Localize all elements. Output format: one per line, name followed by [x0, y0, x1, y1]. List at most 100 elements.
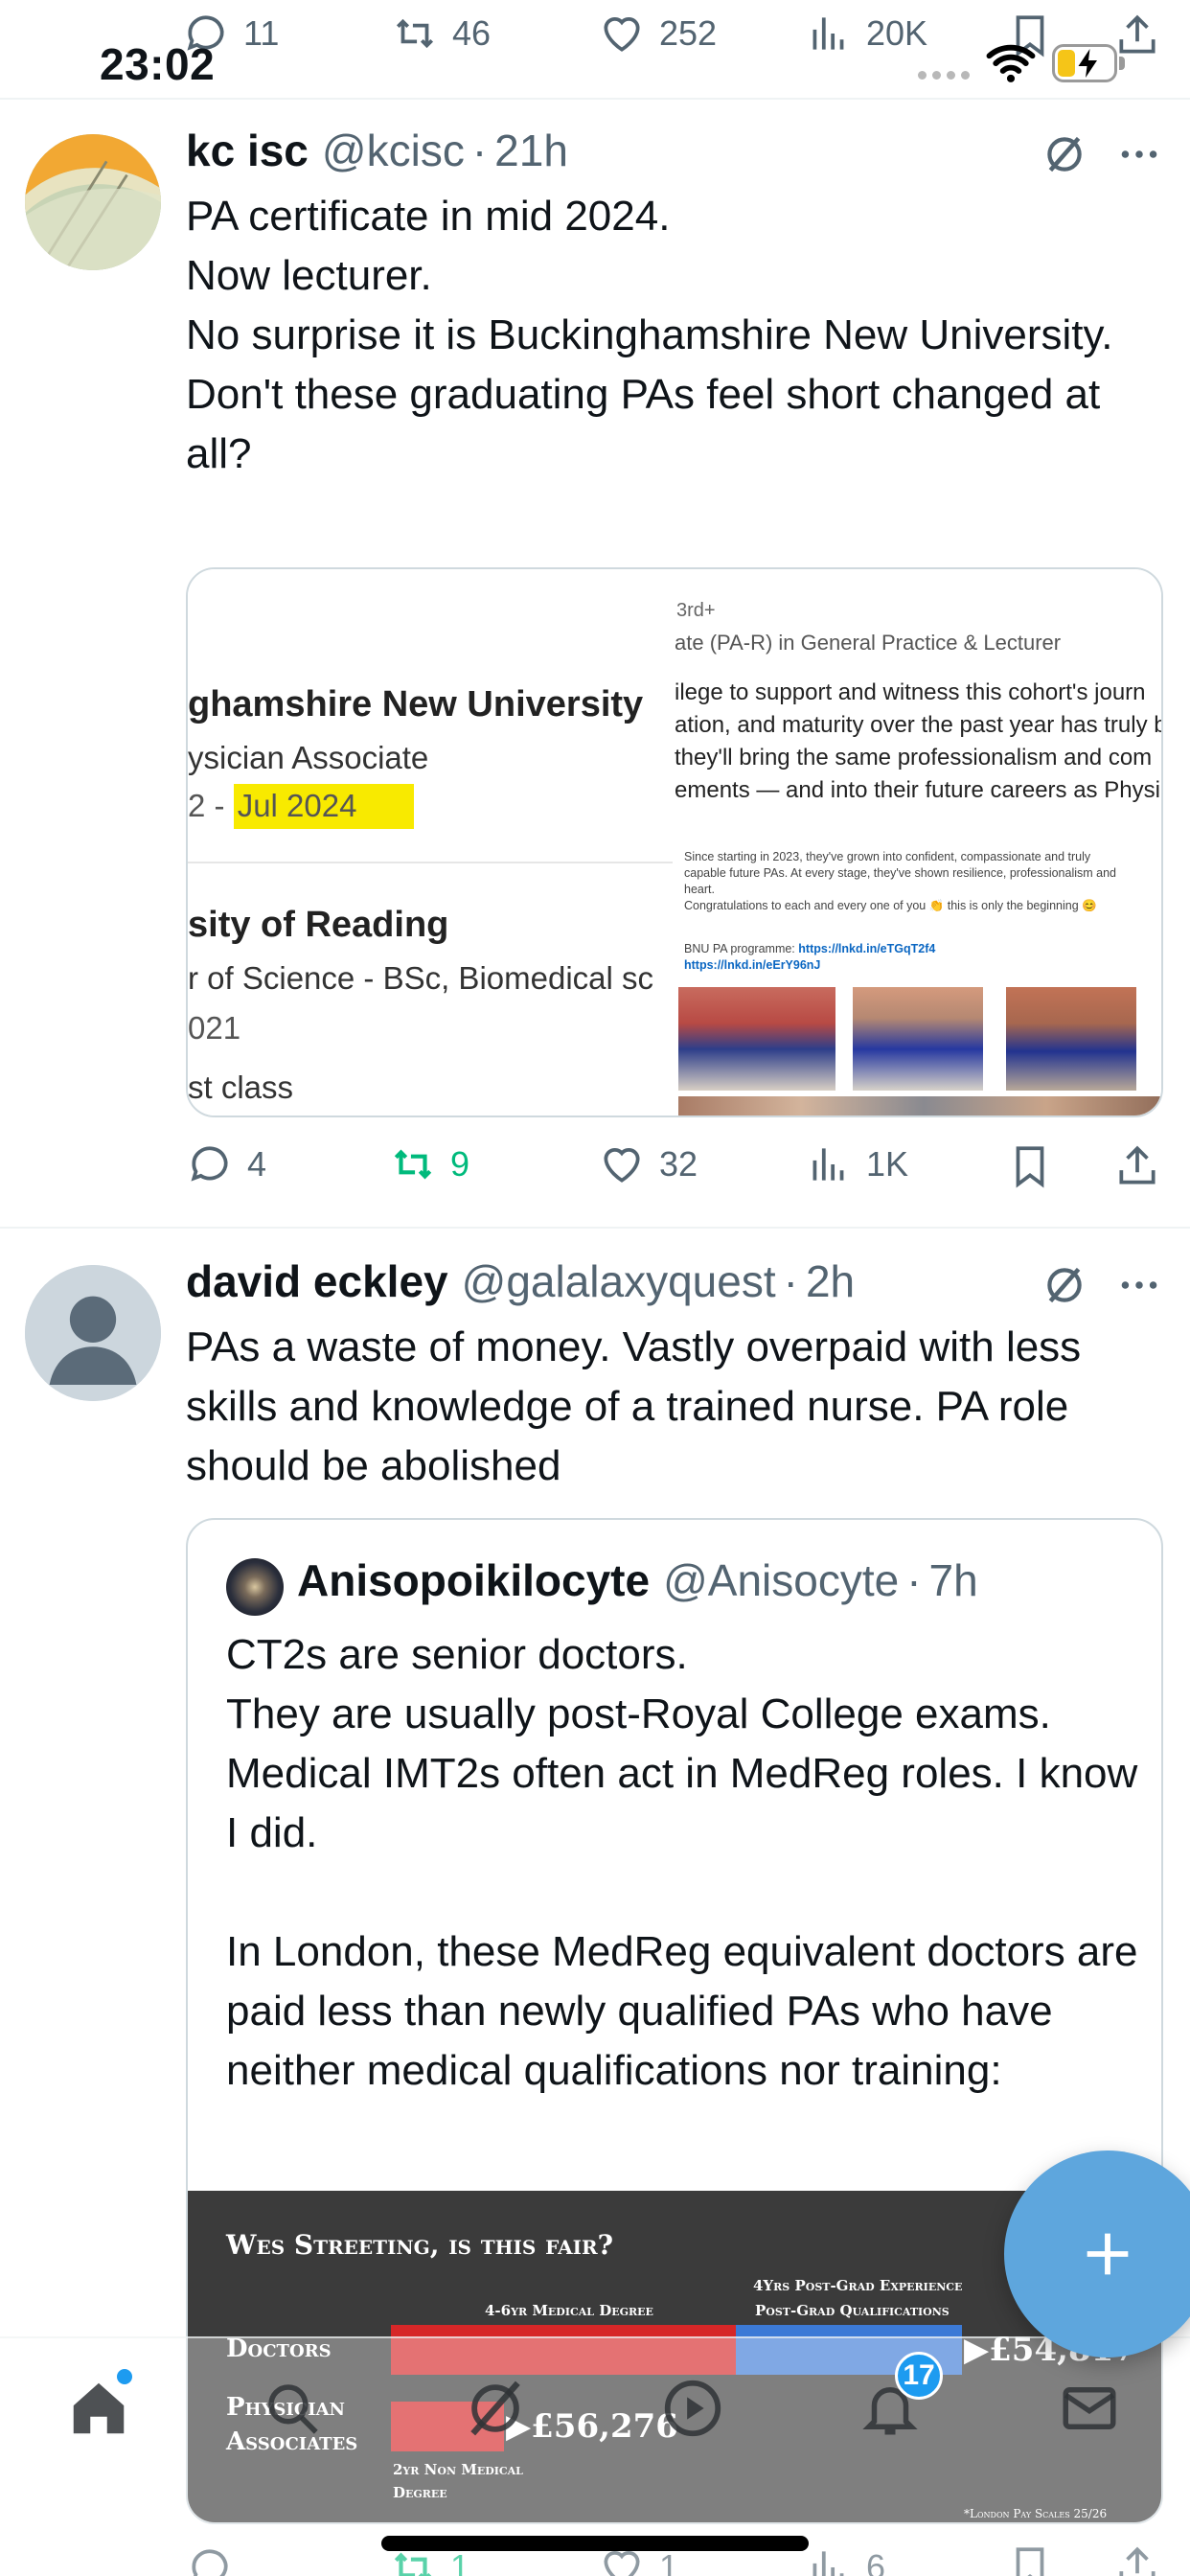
- post-small-line: heart.: [684, 883, 715, 896]
- repost-button[interactable]: 9: [389, 1140, 469, 1188]
- share-upload-icon[interactable]: [1113, 1142, 1161, 1190]
- tweet-media[interactable]: ghamshire New University ysician Associa…: [186, 567, 1163, 1117]
- bookmark-icon[interactable]: [1006, 1142, 1054, 1190]
- repost-arrows-icon: [394, 1149, 432, 1180]
- umbrella-avatar-image: [25, 134, 161, 270]
- reply-count: 4: [247, 1144, 267, 1184]
- unread-dot: [117, 2369, 132, 2384]
- bar-chart-icon: [812, 1148, 844, 1181]
- edu-grade-2: st class: [188, 1070, 294, 1105]
- grok-slash-circle-icon[interactable]: [1041, 1261, 1088, 1309]
- handle[interactable]: @kcisc: [322, 125, 465, 176]
- handle[interactable]: @galalaxyquest: [462, 1255, 776, 1307]
- views-count: 20K: [866, 13, 928, 53]
- reply-count: 11: [243, 13, 280, 53]
- reply-button[interactable]: 4: [186, 1140, 266, 1188]
- signal-dots-icon: [918, 71, 972, 80]
- top-metrics-row: 11 46 252 20K: [182, 6, 1190, 67]
- tweet-text: PAs a waste of money. Vastly overpaid wi…: [186, 1323, 1082, 1489]
- battery-icon: [1052, 44, 1125, 82]
- tweet-text: PA certificate in mid 2024. Now lecturer…: [186, 193, 1113, 477]
- quote-avatar: [226, 1558, 284, 1616]
- cohort-photo-2: [853, 987, 983, 1091]
- post-paragraph: ilege to support and witness this cohort…: [675, 677, 1163, 807]
- search-icon[interactable]: [261, 2377, 324, 2440]
- quote-text: CT2s are senior doctors. They are usuall…: [226, 1631, 1138, 2094]
- repost-metric[interactable]: 46: [391, 10, 491, 58]
- cohort-photo-1: [678, 987, 835, 1091]
- programme-link-2: https://lnkd.in/eErY96nJ: [684, 958, 821, 972]
- quote-header: Anisopoikilocyte @Anisocyte · 7h: [297, 1554, 978, 1616]
- separator-dot: ·: [783, 1256, 798, 1306]
- timestamp[interactable]: 2h: [806, 1255, 855, 1307]
- edu-year-2: 021: [188, 1010, 241, 1046]
- media-right-image: 3rd+ ate (PA-R) in General Practice & Le…: [675, 569, 1163, 1116]
- separator-dot: ·: [906, 1555, 922, 1605]
- speech-bubble-icon: [191, 1146, 228, 1182]
- segment-label-postgrad-1: 4Yrs Post-Grad Experience: [753, 2277, 963, 2294]
- repost-count: 9: [450, 1144, 470, 1184]
- wifi-icon: [986, 44, 1036, 82]
- edu-degree-1: ysician Associate: [188, 740, 429, 775]
- post-small-text: Since starting in 2023, they've grown in…: [684, 849, 1116, 914]
- display-name[interactable]: david eckley: [186, 1255, 448, 1307]
- edu-degree-2: r of Science - BSc, Biomedical sc: [188, 960, 654, 996]
- tweet-action-bar: 4 9 32 1K: [186, 1137, 1182, 1194]
- views-metric[interactable]: 20K: [805, 10, 927, 58]
- post-links: BNU PA programme: https://lnkd.in/eTGqT2…: [684, 941, 935, 974]
- chart-title: Wes Streeting, is this fair?: [226, 2229, 613, 2261]
- status-time: 23:02: [100, 39, 216, 89]
- tweet-header: kc isc @kcisc · 21h: [186, 125, 568, 186]
- cohort-photo-3: [1006, 987, 1136, 1091]
- edu-dates-prefix: 2 -: [188, 788, 234, 823]
- post-line: ements — and into their future careers a…: [675, 777, 1160, 803]
- post-line: ilege to support and witness this cohort…: [675, 679, 1146, 705]
- plus-icon: [1087, 2233, 1129, 2275]
- timestamp[interactable]: 21h: [494, 125, 568, 176]
- default-avatar-icon: [25, 1265, 161, 1401]
- more-dots-icon[interactable]: [1115, 130, 1163, 178]
- edu-school-2: sity of Reading: [188, 905, 449, 945]
- grok-slash-circle-icon[interactable]: [462, 2375, 529, 2442]
- edu-dates-1: 2 - Jul 2024: [188, 784, 415, 829]
- post-small-line: Since starting in 2023, they've grown in…: [684, 850, 1091, 863]
- charging-bolt-icon: [1078, 49, 1097, 78]
- avatar[interactable]: [25, 134, 161, 270]
- like-metric[interactable]: 252: [598, 10, 717, 58]
- divider: [0, 1227, 1190, 1229]
- profile-headline: ate (PA-R) in General Practice & Lecture…: [675, 631, 1062, 655]
- tweet-header: david eckley @galalaxyquest · 2h: [186, 1255, 855, 1317]
- home-indicator: [381, 2536, 809, 2551]
- more-dots-icon[interactable]: [1115, 1261, 1163, 1309]
- display-name[interactable]: kc isc: [186, 125, 309, 176]
- play-circle-icon[interactable]: [659, 2375, 726, 2442]
- like-button[interactable]: 32: [598, 1140, 698, 1188]
- home-icon: [73, 2382, 125, 2434]
- heart-icon: [604, 1148, 640, 1183]
- separator-dot: ·: [471, 126, 488, 175]
- grok-slash-circle-icon[interactable]: [1041, 130, 1088, 178]
- views-button[interactable]: 1K: [805, 1140, 908, 1188]
- like-count: 32: [659, 1144, 698, 1184]
- post-small-line: Congratulations to each and every one of…: [684, 899, 1097, 912]
- avatar[interactable]: [25, 1265, 161, 1401]
- post-line: they'll bring the same professionalism a…: [675, 745, 1153, 770]
- tab-home[interactable]: [65, 2369, 132, 2442]
- bar-chart-icon: [812, 17, 844, 50]
- heart-icon: [604, 17, 640, 52]
- programme-label: BNU PA programme:: [684, 942, 795, 955]
- post-line: ation, and maturity over the past year h…: [675, 712, 1163, 738]
- divider: [0, 98, 1190, 100]
- photo-strip: [678, 1096, 1161, 1116]
- notification-badge: 17: [895, 2352, 943, 2400]
- media-left-image: ghamshire New University ysician Associa…: [188, 569, 673, 1116]
- highlighted-date: Jul 2024: [233, 784, 415, 829]
- tab-notifications[interactable]: 17: [858, 2352, 943, 2444]
- mail-icon[interactable]: [1058, 2377, 1121, 2440]
- edu-school-1: ghamshire New University: [188, 684, 644, 724]
- quote-display-name: Anisopoikilocyte: [297, 1555, 651, 1605]
- repost-count: 46: [452, 13, 492, 53]
- repost-arrows-icon: [396, 18, 434, 49]
- profile-connection: 3rd+: [676, 600, 716, 621]
- quote-handle: @Anisocyte: [663, 1555, 900, 1605]
